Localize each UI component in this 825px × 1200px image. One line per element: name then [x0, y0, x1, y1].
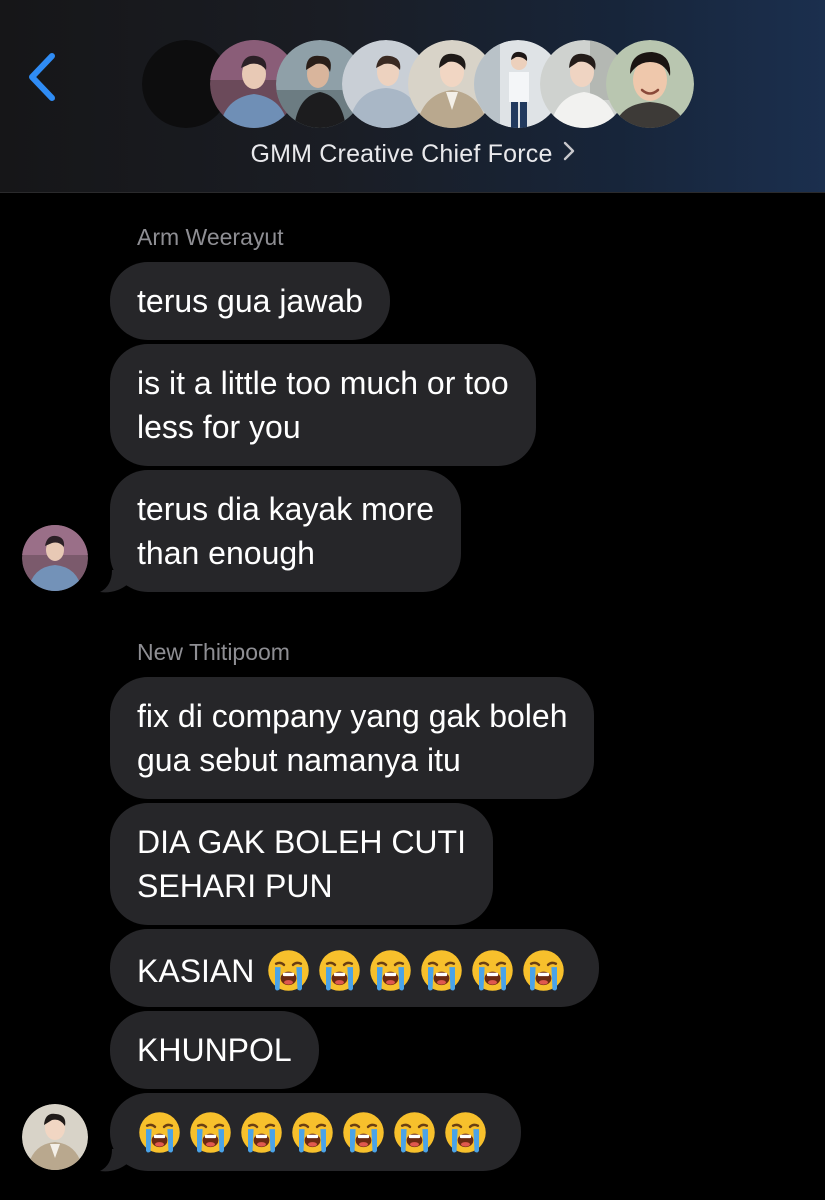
participant-avatar	[606, 40, 694, 128]
group-name: GMM Creative Chief Force	[250, 140, 553, 168]
bubble-tail	[100, 1149, 128, 1172]
emoji-group	[137, 1110, 494, 1155]
loudly-crying-face-icon	[292, 1112, 333, 1153]
sender-name: New Thitipoom	[137, 639, 290, 665]
loudly-crying-face-icon	[394, 1112, 435, 1153]
message-text: KHUNPOL	[137, 1032, 292, 1068]
participant-avatars[interactable]	[0, 0, 825, 140]
message-bubble[interactable]: KASIAN	[110, 929, 600, 1007]
message-text: DIA GAK BOLEH CUTI SEHARI PUN	[137, 824, 466, 904]
message-bubble[interactable]: is it a little too much or too less for …	[110, 344, 536, 466]
loudly-crying-face-icon	[421, 950, 463, 991]
loudly-crying-face-icon	[472, 950, 514, 991]
chat-screen: GMM Creative Chief Force Arm Weerayut te…	[0, 0, 825, 1200]
message-text: terus dia kayak more than enough	[137, 491, 435, 571]
message-bubble[interactable]: fix di company yang gak boleh gua sebut …	[110, 677, 595, 799]
message-text: terus gua jawab	[137, 283, 363, 319]
loudly-crying-face-icon	[523, 950, 565, 991]
loudly-crying-face-icon	[190, 1112, 231, 1153]
message-bubble[interactable]: terus gua jawab	[110, 262, 390, 340]
group-name-button[interactable]: GMM Creative Chief Force	[0, 136, 825, 173]
sender-avatar[interactable]	[22, 525, 88, 591]
message-bubble[interactable]: KHUNPOL	[110, 1011, 319, 1089]
sender-avatar[interactable]	[22, 1104, 88, 1170]
message-bubble[interactable]	[110, 1093, 521, 1171]
loudly-crying-face-icon	[319, 950, 361, 991]
loudly-crying-face-icon	[268, 950, 310, 991]
bubble-tail	[100, 570, 128, 593]
conversation-header: GMM Creative Chief Force	[0, 0, 825, 193]
loudly-crying-face-icon	[241, 1112, 282, 1153]
sender-name: Arm Weerayut	[137, 224, 284, 250]
loudly-crying-face-icon	[343, 1112, 384, 1153]
message-bubble[interactable]: DIA GAK BOLEH CUTI SEHARI PUN	[110, 803, 493, 925]
message-text: fix di company yang gak boleh gua sebut …	[137, 698, 568, 778]
loudly-crying-face-icon	[370, 950, 412, 991]
emoji-group	[266, 948, 572, 993]
loudly-crying-face-icon	[445, 1112, 486, 1153]
message-text: is it a little too much or too less for …	[137, 365, 509, 445]
chevron-right-icon	[563, 135, 575, 171]
message-text: KASIAN	[137, 952, 255, 989]
loudly-crying-face-icon	[139, 1112, 180, 1153]
message-bubble[interactable]: terus dia kayak more than enough	[110, 470, 462, 592]
